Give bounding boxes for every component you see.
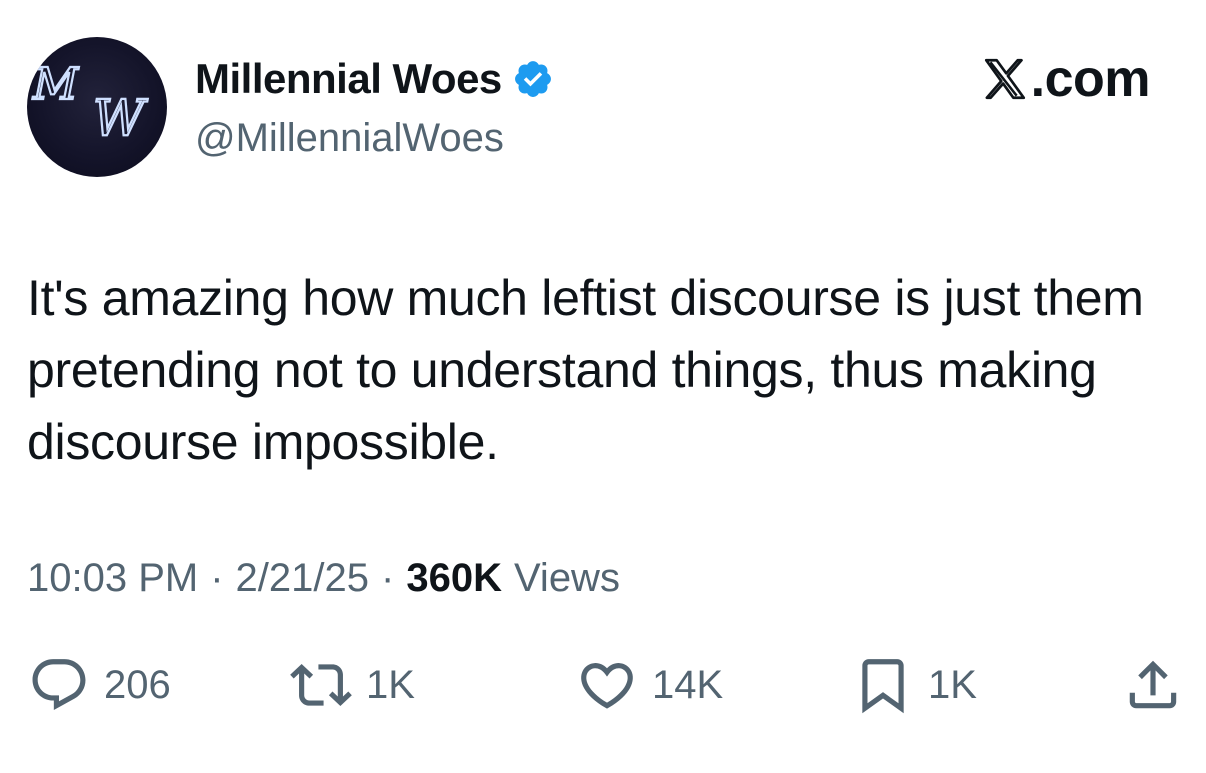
repost-count: 1K [366, 662, 415, 707]
views-label: Views [513, 556, 620, 600]
reply-icon [32, 659, 86, 711]
repost-button[interactable]: 1K [290, 650, 415, 720]
meta-separator: · [210, 556, 224, 600]
like-button[interactable]: 14K [576, 650, 723, 720]
tweet-date[interactable]: 2/21/25 [236, 556, 369, 601]
reply-button[interactable]: 206 [28, 650, 171, 720]
author-name-row: Millennial Woes [195, 53, 554, 105]
author-display-name[interactable]: Millennial Woes [195, 55, 502, 103]
tweet-text: It's amazing how much leftist discourse … [27, 270, 1144, 470]
share-button[interactable] [1122, 650, 1184, 720]
brand-domain-text: .com [1030, 50, 1151, 108]
author-handle[interactable]: @MillennialWoes [195, 116, 504, 161]
reply-count: 206 [104, 662, 171, 707]
share-icon [1129, 660, 1177, 709]
bookmark-icon [862, 659, 904, 714]
meta-separator: · [381, 556, 395, 600]
action-bar: 206 1K 14K 1K [0, 650, 1206, 720]
avatar-monogram-m: M [32, 59, 79, 110]
heart-icon [581, 663, 633, 709]
brand-watermark: .com [980, 50, 1151, 108]
repost-icon [290, 664, 352, 706]
x-logo-icon [984, 58, 1025, 100]
avatar-monogram-icon: M W [31, 58, 149, 148]
views-count: 360K [406, 556, 502, 600]
bookmark-button[interactable]: 1K [852, 650, 977, 720]
bookmark-count: 1K [928, 662, 977, 707]
tweet-time[interactable]: 10:03 PM [27, 556, 198, 601]
like-count: 14K [652, 662, 724, 707]
tweet-meta: 10:03 PM · 2/21/25 · 360K Views [27, 556, 620, 601]
avatar-monogram-w: W [93, 89, 148, 147]
verified-badge-icon [514, 61, 551, 97]
tweet-card: M W Millennial Woes @MillennialWoes .com… [0, 0, 1206, 773]
avatar[interactable]: M W [27, 37, 167, 177]
